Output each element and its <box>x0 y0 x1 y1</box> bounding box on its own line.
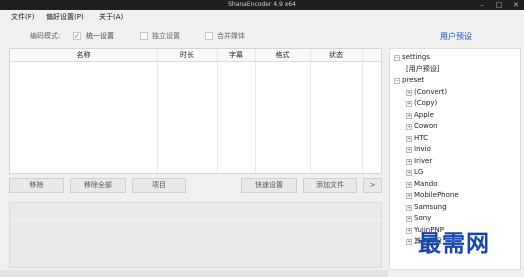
tree-node-label: settings <box>402 53 430 61</box>
checkmark-icon: ✓ <box>74 32 80 40</box>
tree-node-label: Iriver <box>414 156 433 165</box>
tree-node[interactable]: + LG <box>406 167 423 177</box>
tree-node[interactable]: + Mando <box>406 179 438 189</box>
tree-node-label: Sony <box>414 214 432 222</box>
remove-all-button[interactable]: 移除全部 <box>70 178 126 193</box>
expand-icon[interactable]: + <box>406 158 412 165</box>
encoding-mode-row: 编码模式: ✓ 统一设置 独立设置 合并媒体 <box>0 26 388 46</box>
unified-settings-label: 统一设置 <box>86 32 114 40</box>
unified-settings-checkbox[interactable]: ✓ <box>73 32 81 40</box>
expand-icon[interactable]: + <box>406 101 412 107</box>
menu-about[interactable]: 关于(A) <box>99 12 123 23</box>
tree-node-label: HTC <box>414 133 429 142</box>
menu-bar: 文件(F) 偏好设置(P) 关于(A) <box>0 10 524 25</box>
item-button[interactable]: 项目 <box>132 178 186 193</box>
merge-media-label: 合并媒体 <box>217 32 245 40</box>
preset-panel-title[interactable]: 用户预设 <box>392 30 520 44</box>
column-header-duration[interactable]: 时长 <box>157 49 217 62</box>
tree-node[interactable]: + Apple <box>406 110 434 120</box>
tree-node-label: Invio <box>414 145 431 153</box>
tree-node-label: Apple <box>414 110 434 119</box>
tree-node[interactable]: + MobilePhone <box>406 190 459 200</box>
tree-node-label: LG <box>414 168 424 176</box>
column-header-format[interactable]: 格式 <box>255 49 310 62</box>
tree-node[interactable]: + Iriver <box>406 156 432 166</box>
tree-node-label: [用户预设] <box>406 64 440 73</box>
expand-icon[interactable]: + <box>406 193 412 199</box>
column-header-name[interactable]: 名称 <box>10 49 157 62</box>
expand-icon[interactable]: + <box>406 239 412 245</box>
column-divider <box>310 49 311 173</box>
tree-node[interactable]: + HTC <box>406 133 428 143</box>
tree-node-label: (Copy) <box>414 99 438 107</box>
status-bar <box>0 270 388 277</box>
expand-icon[interactable]: + <box>406 216 412 222</box>
tree-node[interactable]: − settings <box>394 52 430 62</box>
tree-node-label: Samsung <box>414 202 447 211</box>
watermark: 最需网 <box>418 230 490 257</box>
expand-icon[interactable]: + <box>406 89 412 96</box>
menu-preferences[interactable]: 偏好设置(P) <box>46 12 84 23</box>
collapse-icon[interactable]: − <box>394 78 400 84</box>
tree-node[interactable]: + Samsung <box>406 202 447 212</box>
remove-button[interactable]: 移除 <box>9 178 64 193</box>
expand-icon[interactable]: + <box>406 147 412 153</box>
expand-icon[interactable]: + <box>406 112 412 119</box>
more-button[interactable]: > <box>363 178 382 193</box>
expand-icon[interactable]: + <box>406 227 412 234</box>
minimize-icon[interactable]: – <box>476 0 488 10</box>
tree-node-label: preset <box>402 76 425 84</box>
tree-node[interactable]: + Invio <box>406 144 431 154</box>
expand-icon[interactable]: + <box>406 204 412 211</box>
expand-icon[interactable]: + <box>406 124 412 130</box>
quick-settings-button[interactable]: 快速设置 <box>241 178 297 193</box>
close-icon[interactable]: ✕ <box>510 0 522 10</box>
window-title: ShanaEncoder 4.9 x64 <box>228 1 296 8</box>
column-divider <box>255 49 256 173</box>
expand-icon[interactable]: + <box>406 135 412 142</box>
tree-node-label: Mando <box>414 179 438 188</box>
independent-settings-checkbox[interactable] <box>140 32 148 40</box>
collapse-icon[interactable]: − <box>394 55 400 61</box>
column-header-status[interactable]: 状态 <box>310 49 362 62</box>
column-divider <box>362 49 363 173</box>
column-divider <box>217 49 218 173</box>
expand-icon[interactable]: + <box>406 170 412 176</box>
encoding-mode-label: 编码模式: <box>30 32 61 40</box>
merge-media-checkbox[interactable] <box>205 32 213 40</box>
tree-node[interactable]: − preset <box>394 75 424 85</box>
tree-node-label: (Convert) <box>414 87 448 96</box>
log-panel[interactable] <box>9 202 382 268</box>
file-list-table[interactable]: 名称 时长 字幕 格式 状态 <box>9 48 382 174</box>
tree-node[interactable]: + (Copy) <box>406 98 437 108</box>
column-divider <box>157 49 158 173</box>
tree-node-label: MobilePhone <box>414 191 459 199</box>
log-divider <box>12 220 381 221</box>
tree-node[interactable]: + Sony <box>406 213 431 223</box>
add-file-button[interactable]: 添加文件 <box>303 178 357 193</box>
tree-node[interactable]: + Cowon <box>406 121 438 131</box>
action-button-row: 移除 移除全部 项目 快速设置 添加文件 > <box>9 178 382 194</box>
title-bar: ShanaEncoder 4.9 x64 – □ ✕ <box>0 0 524 10</box>
menu-file[interactable]: 文件(F) <box>11 12 35 23</box>
maximize-icon[interactable]: □ <box>493 0 505 10</box>
column-header-subtitle[interactable]: 字幕 <box>217 49 255 62</box>
independent-settings-label: 独立设置 <box>152 32 180 40</box>
tree-node[interactable]: [用户预设] <box>406 64 439 74</box>
tree-node-label: Cowon <box>414 122 438 130</box>
tree-node[interactable]: + (Convert) <box>406 87 447 97</box>
expand-icon[interactable]: + <box>406 181 412 188</box>
